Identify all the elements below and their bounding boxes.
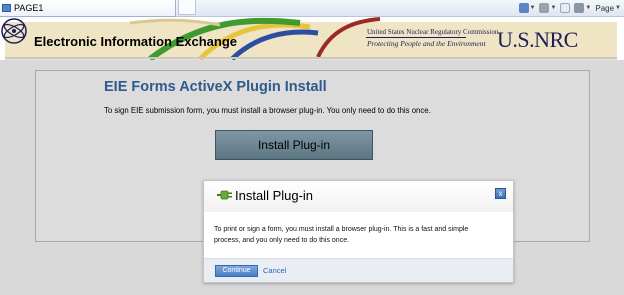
page-menu-label: Page [595, 3, 615, 13]
chevron-down-icon: ▼ [529, 5, 536, 11]
dialog-footer: Continue Cancel [204, 258, 513, 282]
page-menu[interactable]: Page ▼ [594, 1, 622, 15]
rss-feed-icon [539, 3, 550, 13]
site-title: Electronic Information Exchange [34, 34, 237, 49]
cancel-link[interactable]: Cancel [263, 266, 286, 275]
continue-button[interactable]: Continue [215, 265, 258, 277]
chevron-down-icon: ▼ [585, 5, 592, 11]
printer-icon [574, 3, 585, 13]
dialog-close-button[interactable]: x [495, 188, 506, 199]
browser-tab-strip: PAGE1 ▼ ▼ ▼ Page ▼ [0, 0, 624, 17]
dialog-header: Install Plug-in x [204, 181, 513, 212]
feeds-button[interactable]: ▼ [538, 1, 557, 15]
tab-title: PAGE1 [14, 3, 44, 13]
home-button[interactable]: ▼ [518, 1, 537, 15]
dialog-title: Install Plug-in [235, 188, 314, 203]
dialog-message-line-2: process, and you only need to do this on… [214, 237, 350, 244]
nrc-seal-icon [1, 18, 27, 44]
site-header-banner: Electronic Information Exchange United S… [0, 17, 624, 60]
agency-tagline: Protecting People and the Environment [367, 39, 486, 48]
chevron-down-icon: ▼ [615, 5, 621, 11]
read-mail-button[interactable] [559, 1, 571, 15]
agency-logo-text: U.S.NRC [497, 27, 578, 52]
install-instructions: To sign EIE submission form, you must in… [104, 106, 431, 115]
dialog-message-line-1: To print or sign a form, you must instal… [214, 226, 469, 233]
plug-icon [217, 190, 232, 200]
agency-name: United States Nuclear Regulatory Commiss… [367, 28, 499, 36]
browser-command-bar: ▼ ▼ ▼ Page ▼ [518, 0, 623, 16]
page-favicon-icon [2, 4, 11, 12]
read-mail-icon [560, 3, 571, 13]
home-icon [518, 3, 529, 13]
header-divider [5, 57, 617, 59]
chevron-down-icon: ▼ [550, 5, 557, 11]
page-title: EIE Forms ActiveX Plugin Install [104, 79, 327, 95]
agency-divider [366, 37, 466, 38]
print-button[interactable]: ▼ [573, 1, 592, 15]
new-tab-button[interactable] [178, 0, 196, 15]
install-plugin-button[interactable]: Install Plug-in [215, 130, 373, 160]
install-plugin-dialog: Install Plug-in x To print or sign a for… [203, 180, 514, 283]
browser-tab[interactable]: PAGE1 [0, 0, 176, 17]
